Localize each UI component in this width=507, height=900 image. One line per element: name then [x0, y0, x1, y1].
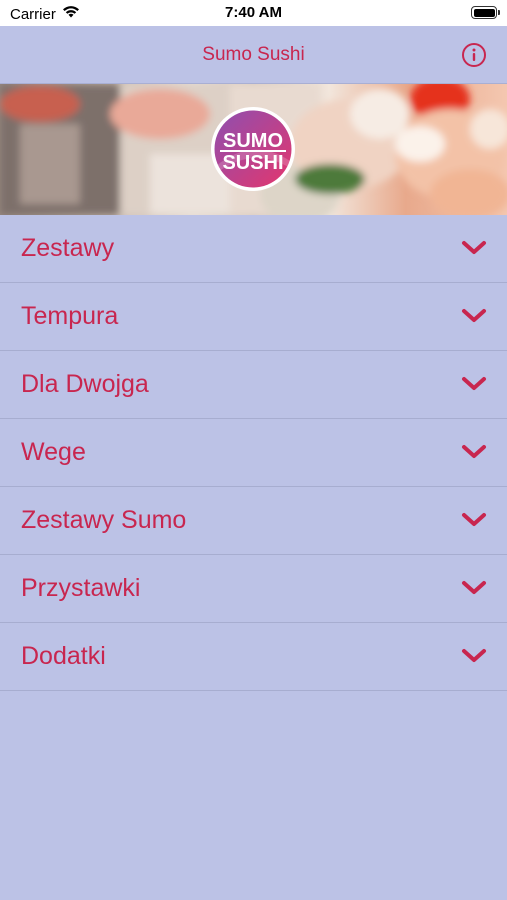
logo-text-line1: SUMO: [223, 130, 283, 152]
chevron-down-icon: [462, 513, 486, 526]
info-icon: [462, 43, 486, 67]
category-item-dodatki[interactable]: Dodatki: [0, 623, 507, 691]
status-bar: Carrier 7:40 AM: [0, 0, 507, 26]
sumo-sushi-logo: SUMO SUSHI: [210, 106, 296, 192]
category-item-dla-dwojga[interactable]: Dla Dwojga: [0, 351, 507, 419]
category-label: Dodatki: [21, 642, 106, 670]
category-item-tempura[interactable]: Tempura: [0, 283, 507, 351]
header-banner: SUMO SUSHI: [0, 84, 507, 215]
status-time: 7:40 AM: [225, 4, 282, 21]
chevron-down-icon: [462, 309, 486, 322]
category-item-zestawy[interactable]: Zestawy: [0, 215, 507, 283]
category-label: Dla Dwojga: [21, 370, 149, 398]
info-button[interactable]: [461, 42, 487, 68]
category-item-przystawki[interactable]: Przystawki: [0, 555, 507, 623]
category-list: Zestawy Tempura Dla Dwojga Wege Zestawy …: [0, 215, 507, 691]
page-title: Sumo Sushi: [202, 44, 305, 65]
category-label: Przystawki: [21, 574, 141, 602]
chevron-down-icon: [462, 581, 486, 594]
category-label: Zestawy: [21, 234, 115, 262]
chevron-down-icon: [462, 445, 486, 458]
chevron-down-icon: [462, 649, 486, 662]
chevron-down-icon: [462, 241, 486, 254]
category-label: Tempura: [21, 302, 119, 330]
navigation-bar: Sumo Sushi: [0, 26, 507, 84]
category-label: Wege: [21, 438, 86, 466]
chevron-down-icon: [462, 377, 486, 390]
battery-icon: [471, 6, 500, 19]
logo-text-line2: SUSHI: [222, 152, 283, 174]
category-label: Zestawy Sumo: [21, 506, 187, 534]
category-item-zestawy-sumo[interactable]: Zestawy Sumo: [0, 487, 507, 555]
category-item-wege[interactable]: Wege: [0, 419, 507, 487]
